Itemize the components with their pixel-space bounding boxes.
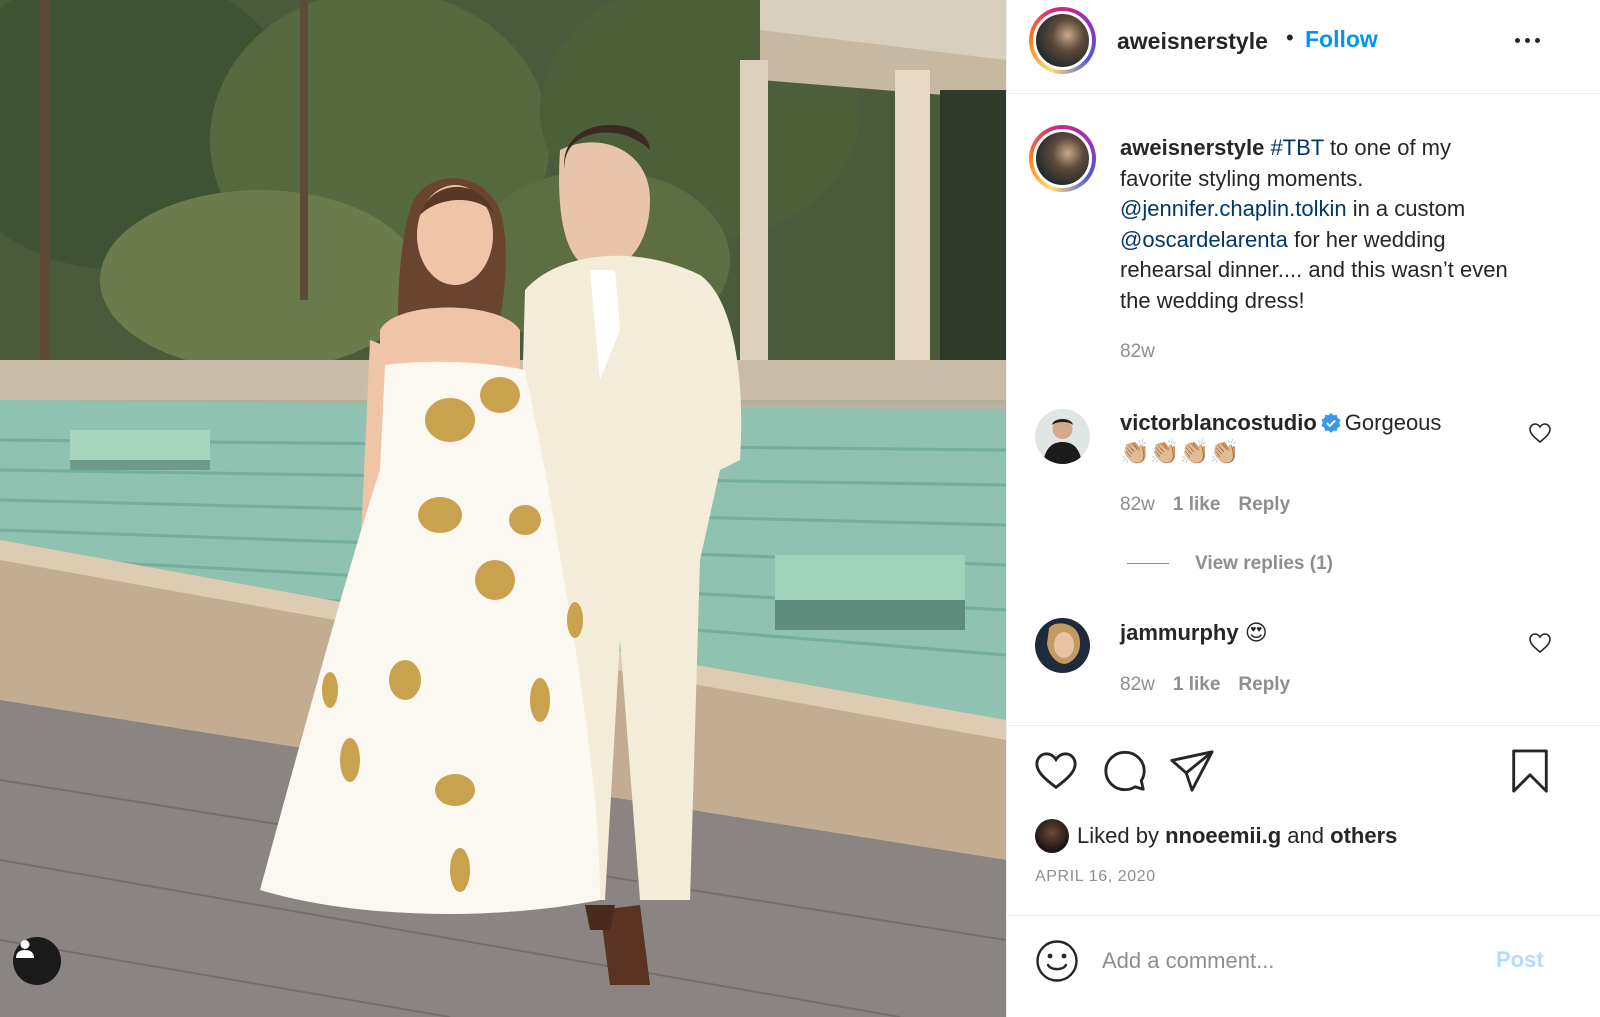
comment-username[interactable]: jammurphy xyxy=(1120,620,1239,645)
comment-emoji: 😍 xyxy=(1244,620,1268,645)
comment-body: jammurphy 😍 xyxy=(1120,618,1520,648)
liked-by-prefix: Liked by xyxy=(1077,823,1166,848)
caption-hashtag[interactable]: #TBT xyxy=(1270,135,1323,160)
post-date[interactable]: APRIL 16, 2020 xyxy=(1035,868,1156,886)
verified-badge-icon xyxy=(1321,413,1341,433)
comment-icon[interactable] xyxy=(1102,748,1148,794)
header-separator: • xyxy=(1286,25,1294,50)
author-avatar[interactable] xyxy=(1029,7,1096,74)
comments-list: aweisnerstyle #TBT to one of my favorite… xyxy=(1007,95,1600,725)
comment-heart-icon[interactable] xyxy=(1528,421,1552,445)
commenter-avatar[interactable] xyxy=(1035,618,1090,673)
replies-divider xyxy=(1127,563,1169,565)
add-comment-bar: Post xyxy=(1007,915,1600,1017)
view-replies-button[interactable]: View replies (1) xyxy=(1127,553,1333,575)
comment-emoji: 👏🏼👏🏼👏🏼👏🏼 xyxy=(1120,439,1240,466)
caption-text: aweisnerstyle #TBT to one of my favorite… xyxy=(1120,133,1520,316)
comment-heart-icon[interactable] xyxy=(1528,631,1552,655)
post-comment-button[interactable]: Post xyxy=(1496,947,1544,973)
caption-avatar[interactable] xyxy=(1029,125,1096,192)
post-actions: Liked by nnoeemii.g and others APRIL 16,… xyxy=(1007,725,1600,915)
post-header: aweisnerstyle • Follow xyxy=(1007,0,1600,94)
comment-meta: 82w 1 like Reply xyxy=(1120,674,1290,696)
liked-by: Liked by nnoeemii.g and others xyxy=(1035,819,1397,853)
post-photo[interactable] xyxy=(0,0,1006,1017)
comment-body: victorblancostudio Gorgeous 👏🏼👏🏼👏🏼👏🏼 xyxy=(1120,408,1520,468)
paper-plane-icon[interactable] xyxy=(1169,748,1215,794)
comment-likes[interactable]: 1 like xyxy=(1173,674,1221,695)
caption-timestamp[interactable]: 82w xyxy=(1120,341,1155,363)
user-tag-icon xyxy=(16,940,34,958)
comment-meta: 82w 1 like Reply xyxy=(1120,494,1290,516)
smile-icon[interactable] xyxy=(1035,939,1079,983)
comment-timestamp[interactable]: 82w xyxy=(1120,674,1155,695)
comment-likes[interactable]: 1 like xyxy=(1173,494,1221,515)
caption-mention[interactable]: @jennifer.chaplin.tolkin xyxy=(1120,196,1347,221)
author-username[interactable]: aweisnerstyle xyxy=(1117,28,1268,55)
comment-reply-button[interactable]: Reply xyxy=(1238,494,1290,515)
liked-by-user[interactable]: nnoeemii.g xyxy=(1165,823,1281,849)
comment-reply-button[interactable]: Reply xyxy=(1238,674,1290,695)
comment-text: Gorgeous xyxy=(1344,410,1442,435)
follow-button[interactable]: Follow xyxy=(1305,26,1378,53)
comment-timestamp[interactable]: 82w xyxy=(1120,494,1155,515)
user-tag-button[interactable] xyxy=(13,937,61,985)
comment-input[interactable] xyxy=(1102,940,1482,982)
caption-mention[interactable]: @oscardelarenta xyxy=(1120,227,1288,252)
caption-username[interactable]: aweisnerstyle xyxy=(1120,135,1264,160)
bookmark-icon[interactable] xyxy=(1507,748,1553,794)
caption-text-part: in a custom xyxy=(1346,196,1466,221)
heart-icon[interactable] xyxy=(1033,748,1079,794)
liked-by-others[interactable]: others xyxy=(1330,823,1397,849)
more-horizontal-icon[interactable] xyxy=(1513,30,1543,50)
commenter-avatar[interactable] xyxy=(1035,409,1090,464)
view-replies-label: View replies (1) xyxy=(1195,553,1333,574)
photo-scene xyxy=(0,0,1006,1017)
post-side-panel: aweisnerstyle • Follow aweisnerstyle #TB… xyxy=(1006,0,1600,1017)
liked-by-and: and xyxy=(1281,823,1331,848)
comment-username[interactable]: victorblancostudio xyxy=(1120,410,1317,435)
liked-by-avatar[interactable] xyxy=(1035,819,1069,853)
